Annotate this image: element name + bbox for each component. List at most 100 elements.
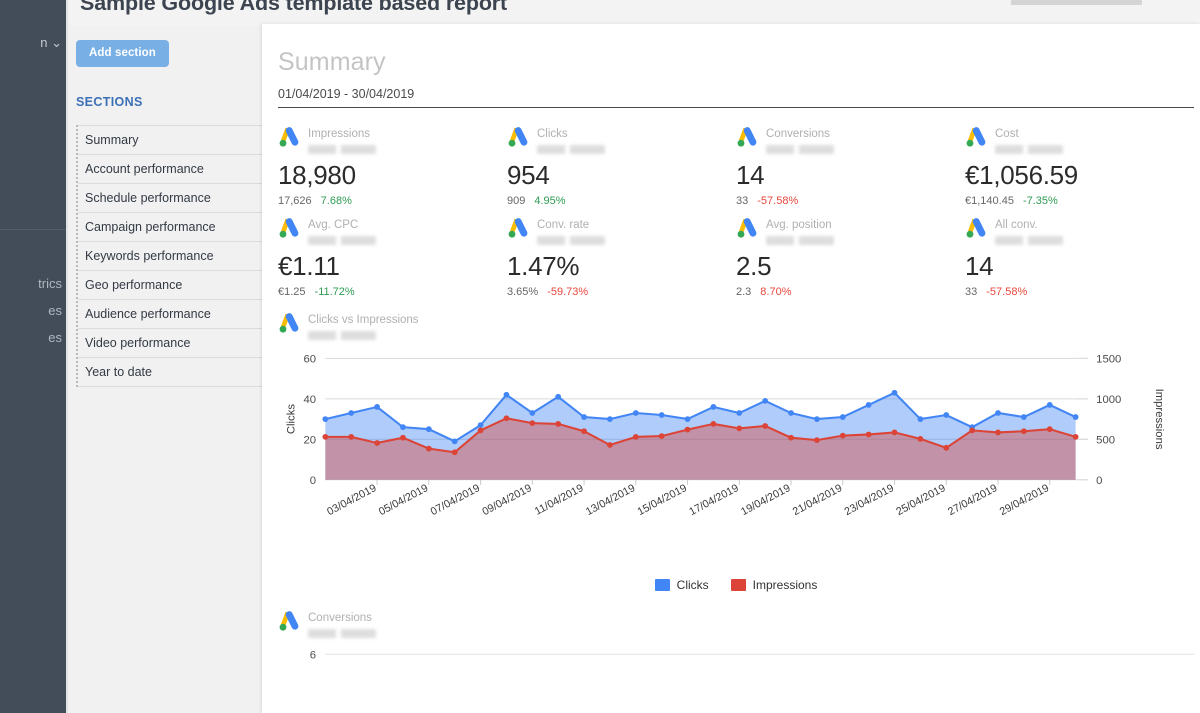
chart1-point[interactable] — [607, 442, 613, 448]
chart1-point[interactable] — [839, 432, 846, 439]
kpi-name: Cost — [995, 128, 1019, 140]
chart2-ytick: 6 — [310, 649, 316, 661]
chart1-point[interactable] — [788, 434, 794, 441]
chart1-point[interactable] — [865, 431, 872, 438]
chart1-point[interactable] — [995, 410, 1001, 416]
chart1-point[interactable] — [710, 404, 717, 410]
chart1-point[interactable] — [762, 397, 769, 404]
kpi-card[interactable]: Cost €1,056.59 €1,140.45 -7.35% — [965, 116, 1194, 207]
kpi-value: €1,056.59 — [965, 160, 1078, 190]
rail-link-2[interactable]: es — [0, 297, 66, 324]
date-range-label[interactable]: 01/04/2019 - 30/04/2019 — [278, 77, 1194, 108]
chart1-point[interactable] — [477, 427, 484, 434]
chart1-point[interactable] — [374, 404, 380, 410]
chart1-point[interactable] — [400, 424, 406, 431]
kpi-header-text: Clicks — [537, 124, 605, 154]
kpi-subtitle-redacted — [766, 145, 834, 154]
top-right-control[interactable] — [1011, 0, 1142, 5]
chart1-point[interactable] — [762, 423, 769, 429]
chart1-point[interactable] — [865, 402, 872, 408]
kpi-card[interactable]: Avg. CPC €1.11 €1.25 -11.72% — [278, 207, 507, 298]
chart1-point[interactable] — [917, 436, 924, 442]
kpi-card[interactable]: Clicks 954 909 4.95% — [507, 116, 736, 207]
report-canvas: Summary 01/04/2019 - 30/04/2019 Impressi… — [262, 24, 1200, 713]
chart1-point[interactable] — [529, 410, 536, 416]
chart1-point[interactable] — [322, 416, 329, 422]
kpi-delta: 8.70% — [760, 286, 792, 298]
sidebar-item-schedule-performance[interactable]: Schedule performance — [78, 184, 266, 213]
chart1-point[interactable] — [658, 433, 665, 439]
sidebar-item-account-performance[interactable]: Account performance — [78, 155, 266, 184]
sidebar-item-video-performance[interactable]: Video performance — [78, 329, 266, 358]
kpi-subtitle-redacted — [537, 236, 605, 245]
legend-item-impressions[interactable]: Impressions — [730, 578, 817, 592]
chart1-point[interactable] — [632, 410, 639, 416]
chart1-point[interactable] — [451, 438, 458, 445]
chart1-point[interactable] — [503, 391, 510, 398]
chart1-point[interactable] — [477, 422, 484, 429]
sidebar-item-keywords-performance[interactable]: Keywords performance — [78, 242, 266, 271]
chart1-point[interactable] — [658, 412, 665, 418]
chart1-point[interactable] — [348, 410, 355, 416]
chart1-point[interactable] — [814, 416, 820, 422]
chart1-point[interactable] — [425, 426, 432, 433]
chart1-point[interactable] — [943, 444, 950, 451]
google-ads-icon — [965, 217, 989, 239]
chart1-point[interactable] — [607, 416, 613, 422]
chart1-point[interactable] — [891, 389, 898, 396]
account-switcher[interactable]: n ⌄ — [40, 35, 62, 51]
kpi-card[interactable]: Impressions 18,980 17,626 7.68% — [278, 116, 507, 207]
sections-pane: Add section SECTIONS Summary Account per… — [76, 40, 266, 387]
chart1-point[interactable] — [503, 415, 510, 422]
kpi-name: Impressions — [308, 128, 370, 140]
sidebar-item-geo-performance[interactable]: Geo performance — [78, 271, 266, 300]
chart1-point[interactable] — [632, 434, 639, 440]
chart1-point[interactable] — [891, 429, 898, 436]
chart1-point[interactable] — [400, 434, 406, 441]
chart1-point[interactable] — [684, 416, 691, 422]
chart1-point[interactable] — [529, 420, 536, 427]
legend-item-clicks[interactable]: Clicks — [654, 578, 709, 592]
chart1-point[interactable] — [348, 434, 355, 440]
sidebar-item-audience-performance[interactable]: Audience performance — [78, 300, 266, 329]
chart1-point[interactable] — [969, 427, 976, 434]
chart1-point[interactable] — [1072, 414, 1079, 420]
kpi-footer: 2.3 8.70% — [736, 286, 965, 298]
kpi-card[interactable]: Conversions 14 33 -57.58% — [736, 116, 965, 207]
sidebar-item-summary[interactable]: Summary — [78, 125, 266, 155]
sidebar-item-year-to-date[interactable]: Year to date — [78, 358, 266, 387]
chart1-point[interactable] — [917, 416, 924, 422]
chart1-point[interactable] — [814, 437, 820, 444]
chart1-point[interactable] — [1020, 414, 1027, 420]
chart1-point[interactable] — [322, 434, 329, 440]
sidebar-item-campaign-performance[interactable]: Campaign performance — [78, 213, 266, 242]
chart1-point[interactable] — [1046, 426, 1053, 433]
chart1-point[interactable] — [995, 429, 1001, 436]
chart1-point[interactable] — [736, 410, 743, 416]
kpi-card[interactable]: Conv. rate 1.47% 3.65% -59.73% — [507, 207, 736, 298]
rail-link-metrics[interactable]: trics — [0, 270, 66, 297]
chart1-point[interactable] — [943, 412, 950, 418]
kpi-grid: Impressions 18,980 17,626 7.68% Clicks 954 909… — [278, 116, 1194, 298]
chart1-point[interactable] — [555, 421, 562, 427]
chart1-point[interactable] — [555, 393, 562, 400]
chart1-point[interactable] — [1072, 434, 1079, 440]
chart1-point[interactable] — [581, 414, 587, 420]
kpi-card[interactable]: All conv. 14 33 -57.58% — [965, 207, 1194, 298]
chart1-point[interactable] — [1046, 402, 1053, 408]
chart1-point[interactable] — [451, 449, 458, 456]
chart1-point[interactable] — [710, 421, 717, 427]
chart1-point[interactable] — [788, 410, 794, 416]
add-section-button[interactable]: Add section — [76, 40, 169, 67]
chart1-point[interactable] — [684, 426, 691, 433]
chart1-point[interactable] — [581, 428, 587, 435]
chart1-point[interactable] — [839, 414, 846, 420]
rail-link-3[interactable]: es — [0, 324, 66, 351]
chart1-point[interactable] — [374, 440, 380, 446]
account-switcher-label: n — [40, 35, 48, 50]
chart1-point[interactable] — [736, 425, 743, 432]
chart1-point[interactable] — [425, 445, 432, 452]
kpi-card[interactable]: Avg. position 2.5 2.3 8.70% — [736, 207, 965, 298]
google-ads-icon — [278, 312, 302, 334]
chart1-point[interactable] — [1020, 428, 1027, 435]
